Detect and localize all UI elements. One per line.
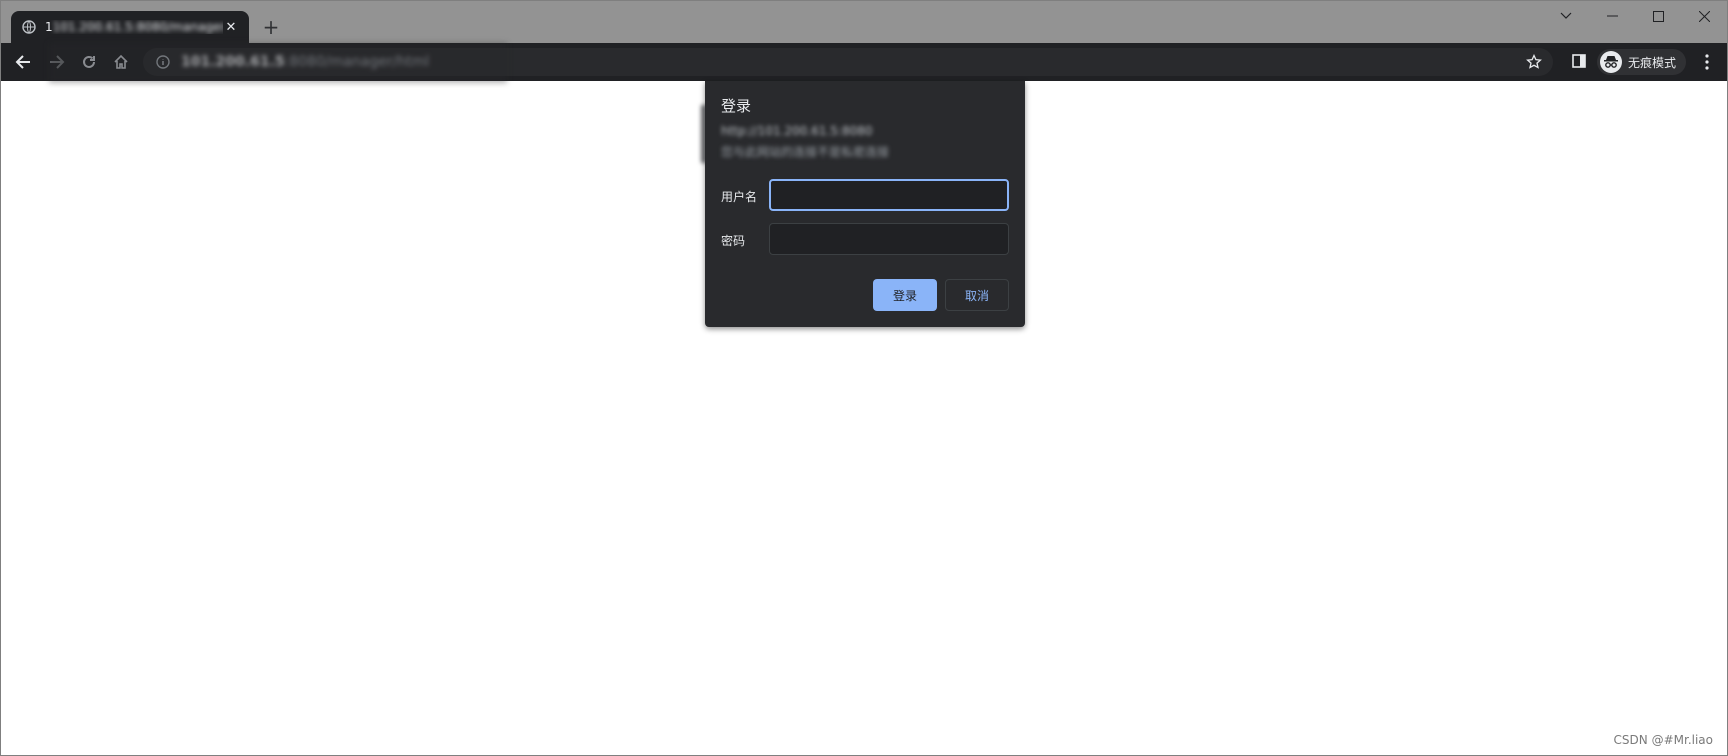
dialog-title: 登录 bbox=[721, 97, 752, 115]
redaction-blur bbox=[49, 43, 507, 83]
username-field[interactable] bbox=[769, 179, 1009, 211]
maximize-icon[interactable] bbox=[1635, 1, 1681, 31]
minimize-icon[interactable] bbox=[1589, 1, 1635, 31]
window-close-icon[interactable] bbox=[1681, 1, 1727, 31]
title-bar: 1101.200.61.5:8080/manager/h ✕ + bbox=[1, 1, 1727, 43]
browser-window: 1101.200.61.5:8080/manager/h ✕ + 101.200… bbox=[0, 0, 1728, 756]
incognito-icon bbox=[1600, 51, 1622, 73]
kebab-menu-icon[interactable] bbox=[1697, 51, 1717, 73]
tab-title-first-char: 1 bbox=[45, 20, 53, 34]
plus-icon[interactable]: + bbox=[259, 15, 283, 39]
auth-dialog: 登录 http://101.200.61.5:8080 您与此网站的连接不是私密… bbox=[705, 81, 1025, 327]
password-field[interactable] bbox=[769, 223, 1009, 255]
incognito-label: 无痕模式 bbox=[1628, 55, 1677, 70]
tab-title-blurred: 101.200.61.5:8080/manager/h bbox=[52, 20, 223, 34]
side-panel-icon[interactable] bbox=[1569, 50, 1589, 72]
watermark: CSDN @#Mr.liao bbox=[1613, 733, 1713, 747]
browser-tab[interactable]: 1101.200.61.5:8080/manager/h ✕ bbox=[11, 11, 249, 43]
password-label: 密码 bbox=[721, 234, 746, 248]
close-icon[interactable]: ✕ bbox=[223, 19, 239, 35]
username-label: 用户名 bbox=[721, 190, 758, 204]
globe-icon bbox=[21, 19, 37, 35]
dialog-url: http://101.200.61.5:8080 bbox=[721, 124, 873, 138]
arrow-left-icon[interactable] bbox=[11, 50, 35, 74]
cancel-button[interactable]: 取消 bbox=[945, 279, 1009, 311]
dialog-warning: 您与此网站的连接不是私密连接 bbox=[721, 145, 890, 159]
chevron-down-icon[interactable] bbox=[1543, 1, 1589, 31]
incognito-indicator[interactable]: 无痕模式 bbox=[1597, 49, 1687, 75]
tab-title: 1101.200.61.5:8080/manager/h bbox=[45, 20, 223, 34]
login-button[interactable]: 登录 bbox=[873, 279, 937, 311]
star-icon[interactable] bbox=[1525, 53, 1543, 71]
